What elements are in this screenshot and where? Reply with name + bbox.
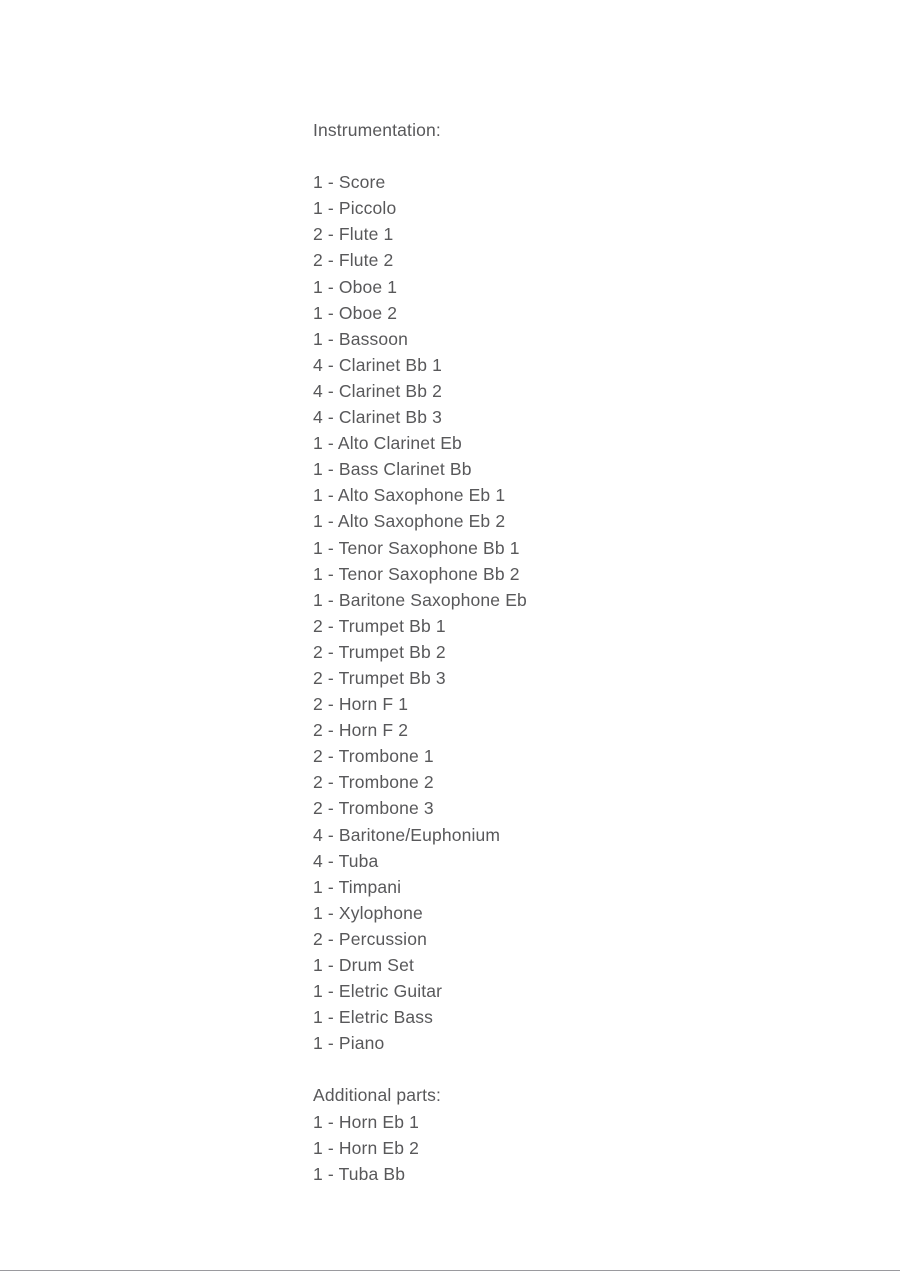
instrumentation-part-line: 1 - Timpani [313, 876, 402, 897]
instrumentation-part-line: 4 - Clarinet Bb 1 [313, 354, 442, 375]
instrumentation-part-line: 2 - Trombone 1 [313, 746, 434, 767]
instrumentation-part-line: 1 - Oboe 2 [313, 302, 398, 323]
additional-part-line: 1 - Horn Eb 2 [313, 1137, 420, 1158]
instrumentation-part-line: 1 - Xylophone [313, 902, 423, 923]
instrumentation-part-line: 1 - Piccolo [313, 198, 397, 219]
instrumentation-part-line: 4 - Clarinet Bb 3 [313, 407, 442, 428]
page-bottom-rule [0, 1270, 900, 1271]
instrumentation-part-line: 4 - Clarinet Bb 2 [313, 380, 442, 401]
additional-parts-list: 1 - Horn Eb 1 1 - Horn Eb 2 1 - Tuba Bb [313, 1109, 853, 1187]
instrumentation-part-line: 1 - Eletric Guitar [313, 981, 443, 1002]
instrumentation-part-line: 2 - Trumpet Bb 1 [313, 615, 446, 636]
blank-line-after-heading [313, 143, 853, 169]
blank-line-before-additional [313, 1056, 853, 1082]
instrumentation-part-line: 1 - Tenor Saxophone Bb 2 [313, 563, 520, 584]
instrumentation-part-line: 1 - Eletric Bass [313, 1007, 434, 1028]
instrumentation-part-line: 2 - Trombone 3 [313, 798, 434, 819]
instrumentation-part-line: 1 - Bass Clarinet Bb [313, 459, 472, 480]
instrumentation-part-line: 2 - Trumpet Bb 2 [313, 641, 446, 662]
additional-parts-heading: Additional parts: [313, 1085, 442, 1106]
additional-part-line: 1 - Tuba Bb [313, 1163, 406, 1184]
instrumentation-part-line: 2 - Horn F 1 [313, 694, 409, 715]
instrumentation-part-line: 1 - Tenor Saxophone Bb 1 [313, 537, 520, 558]
instrumentation-part-line: 1 - Alto Saxophone Eb 1 [313, 485, 506, 506]
instrumentation-part-line: 4 - Tuba [313, 850, 379, 871]
instrumentation-part-line: 2 - Trumpet Bb 3 [313, 667, 446, 688]
instrumentation-part-line: 2 - Percussion [313, 928, 427, 949]
instrumentation-part-line: 1 - Bassoon [313, 328, 409, 349]
instrumentation-part-line: 1 - Alto Saxophone Eb 2 [313, 511, 506, 532]
instrumentation-part-line: 4 - Baritone/Euphonium [313, 824, 501, 845]
instrumentation-content: Instrumentation: 1 - Score 1 - Piccolo 2 -… [313, 117, 853, 1187]
instrumentation-part-line: 1 - Alto Clarinet Eb [313, 433, 462, 454]
instrumentation-heading: Instrumentation: [313, 120, 441, 140]
instrumentation-part-line: 1 - Score [313, 172, 386, 193]
document-page: Instrumentation: 1 - Score 1 - Piccolo 2 -… [0, 0, 900, 1274]
instrumentation-part-line: 1 - Piano [313, 1033, 385, 1054]
instrumentation-part-line: 2 - Flute 1 [313, 224, 394, 245]
instrumentation-part-line: 2 - Horn F 2 [313, 720, 409, 741]
instrumentation-part-line: 2 - Flute 2 [313, 250, 394, 271]
instrumentation-part-line: 2 - Trombone 2 [313, 772, 434, 793]
instrumentation-part-line: 1 - Baritone Saxophone Eb [313, 589, 527, 610]
additional-part-line: 1 - Horn Eb 1 [313, 1111, 420, 1132]
instrumentation-part-line: 1 - Oboe 1 [313, 276, 398, 297]
instrumentation-parts-list: 1 - Score 1 - Piccolo 2 - Flute 1 2 - Flute… [313, 169, 853, 1056]
instrumentation-part-line: 1 - Drum Set [313, 955, 414, 975]
